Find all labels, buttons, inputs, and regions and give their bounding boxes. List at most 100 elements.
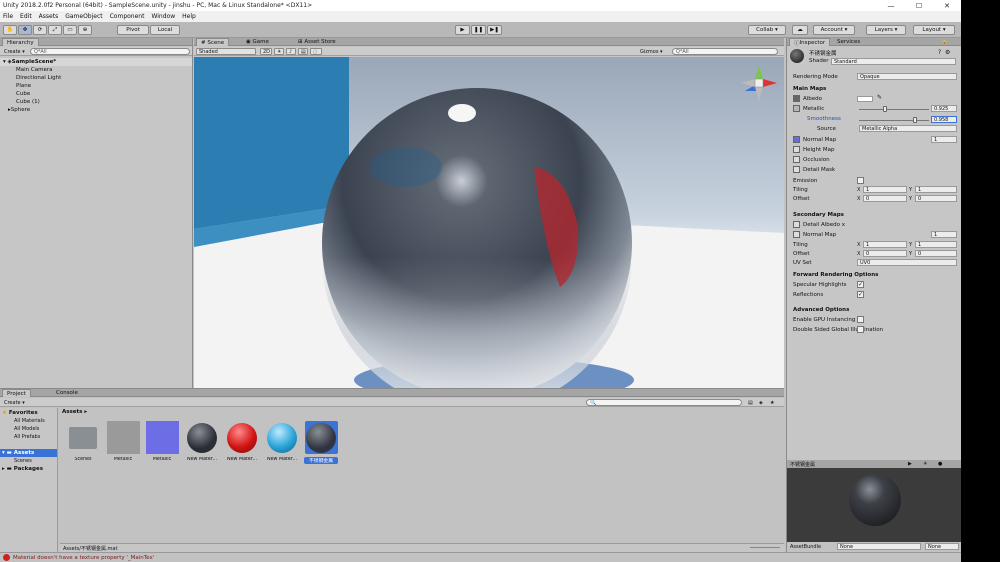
asset-material-blue[interactable]: New Mater... xyxy=(265,421,299,462)
gizmos-dropdown[interactable]: Gizmos ▾ xyxy=(638,48,666,55)
orientation-gizmo[interactable] xyxy=(739,63,779,107)
audio-toggle-icon[interactable]: ♪ xyxy=(286,48,296,55)
double-sided-gi-checkbox[interactable] xyxy=(857,326,864,333)
albedo-color-swatch[interactable] xyxy=(857,96,873,102)
help-icon[interactable]: ? xyxy=(938,49,941,56)
assets-folder-selected[interactable]: ▾ ▬ Assets xyxy=(0,449,57,457)
rendering-mode-dropdown[interactable]: Opaque xyxy=(857,73,957,80)
rect-tool-icon[interactable]: ▭ xyxy=(63,25,77,35)
specular-highlights-checkbox[interactable]: ✓ xyxy=(857,281,864,288)
lighting-toggle-icon[interactable]: ☀ xyxy=(274,48,284,55)
project-search-input[interactable]: 🔍 xyxy=(586,399,742,406)
metallic-value-field[interactable]: 0.925 xyxy=(931,105,957,112)
asset-material-red[interactable]: New Mater... xyxy=(225,421,259,462)
tab-inspector[interactable]: ⓘ Inspector xyxy=(789,38,831,47)
favorites-header[interactable]: ★ Favorites xyxy=(0,409,57,417)
scene-expand-icon[interactable]: ▾ ◈ xyxy=(3,59,12,65)
close-button[interactable]: ✕ xyxy=(933,2,961,10)
offset-x-field[interactable]: 0 xyxy=(863,195,907,202)
scale-tool-icon[interactable]: ⤢ xyxy=(48,25,62,35)
favorite-all-prefabs[interactable]: All Prefabs xyxy=(0,433,57,441)
scene-search-input[interactable]: Q*All xyxy=(672,48,778,55)
asset-material-stainless-selected[interactable]: 不锈钢金属 xyxy=(304,421,338,464)
layout-dropdown[interactable]: Layout ▾ xyxy=(913,25,955,35)
hierarchy-item-sphere[interactable]: ▸ Sphere xyxy=(0,106,192,114)
tiling2-y-field[interactable]: 1 xyxy=(915,241,957,248)
scene-viewport[interactable] xyxy=(194,57,784,388)
tab-console[interactable]: Console xyxy=(52,389,82,397)
packages-folder[interactable]: ▸ ▬ Packages xyxy=(0,465,57,473)
offset2-y-field[interactable]: 0 xyxy=(915,250,957,257)
pivot-toggle[interactable]: Pivot xyxy=(117,25,149,35)
icon-size-slider[interactable] xyxy=(750,547,780,548)
inspector-lock-icon[interactable]: 🔒 xyxy=(937,38,952,46)
tiling-x-field[interactable]: 1 xyxy=(863,186,907,193)
preview-shape-icon[interactable]: ● xyxy=(938,461,942,467)
assetbundle-variant-dropdown[interactable]: None xyxy=(925,543,959,550)
hierarchy-create-button[interactable]: Create ▾ xyxy=(2,48,27,55)
normal-map-slot[interactable] xyxy=(793,136,800,143)
pause-button[interactable]: ❚❚ xyxy=(471,25,486,35)
detail-normal-scale-field[interactable]: 1 xyxy=(931,231,957,238)
height-map-slot[interactable] xyxy=(793,146,800,153)
hierarchy-item-main-camera[interactable]: Main Camera xyxy=(0,66,192,74)
tiling2-x-field[interactable]: 1 xyxy=(863,241,907,248)
normal-scale-field[interactable]: 1 xyxy=(931,136,957,143)
detail-mask-slot[interactable] xyxy=(793,166,800,173)
menu-window[interactable]: Window xyxy=(151,13,175,20)
tiling-y-field[interactable]: 1 xyxy=(915,186,957,193)
collab-dropdown[interactable]: Collab ▾ xyxy=(748,25,786,35)
gpu-instancing-checkbox[interactable] xyxy=(857,316,864,323)
tab-scene[interactable]: # Scene xyxy=(196,38,230,46)
tab-asset-store[interactable]: ⊞ Asset Store xyxy=(294,38,340,46)
eyedropper-icon[interactable]: ✎ xyxy=(877,94,882,101)
move-tool-icon[interactable]: ✥ xyxy=(18,25,32,35)
metallic-texture-slot[interactable] xyxy=(793,105,800,112)
detail-albedo-slot[interactable] xyxy=(793,221,800,228)
local-toggle[interactable]: Local xyxy=(150,25,180,35)
occlusion-slot[interactable] xyxy=(793,156,800,163)
smoothness-slider-track[interactable] xyxy=(859,120,929,121)
menu-help[interactable]: Help xyxy=(182,13,196,20)
tab-project[interactable]: Project xyxy=(2,389,31,397)
offset2-x-field[interactable]: 0 xyxy=(863,250,907,257)
metallic-slider-track[interactable] xyxy=(859,109,929,110)
preview-play-icon[interactable]: ▶ xyxy=(908,461,912,467)
asset-metallic-texture[interactable]: Metallic xyxy=(106,421,140,462)
status-message[interactable]: Material doesn't have a texture property… xyxy=(13,555,154,561)
shader-dropdown[interactable]: Standard xyxy=(831,58,956,65)
transform-tool-icon[interactable]: ⊕ xyxy=(78,25,92,35)
menu-edit[interactable]: Edit xyxy=(20,13,32,20)
tab-services[interactable]: Services xyxy=(833,38,864,46)
hand-tool-icon[interactable]: ✋ xyxy=(3,25,17,35)
asset-scenes-folder[interactable]: Scenes xyxy=(66,421,100,462)
tab-game[interactable]: ◉ Game xyxy=(242,38,273,46)
hierarchy-item-cube[interactable]: Cube xyxy=(0,90,192,98)
hierarchy-item-plane[interactable]: Plane xyxy=(0,82,192,90)
filter-by-label-icon[interactable]: ◈ xyxy=(757,399,765,406)
maximize-button[interactable]: ☐ xyxy=(905,2,933,10)
scenes-folder[interactable]: Scenes xyxy=(0,457,57,465)
favorite-all-materials[interactable]: All Materials xyxy=(0,417,57,425)
menu-component[interactable]: Component xyxy=(110,13,145,20)
play-button[interactable]: ▶ xyxy=(455,25,470,35)
smoothness-slider-knob[interactable] xyxy=(913,117,917,123)
hidden-objects-icon[interactable]: ◌ xyxy=(310,48,322,55)
uv-set-dropdown[interactable]: UV0 xyxy=(857,259,957,266)
favorite-all-models[interactable]: All Models xyxy=(0,425,57,433)
project-create-button[interactable]: Create ▾ xyxy=(2,399,27,406)
hierarchy-scene-row[interactable]: ▾ ◈ SampleScene* xyxy=(0,58,192,66)
cube-wall[interactable] xyxy=(194,57,349,229)
step-button[interactable]: ▶❚ xyxy=(487,25,502,35)
2d-toggle[interactable]: 2D xyxy=(260,48,272,55)
rotate-tool-icon[interactable]: ⟳ xyxy=(33,25,47,35)
settings-gear-icon[interactable]: ⚙ xyxy=(945,49,950,56)
asset-material-black[interactable]: New Mater... xyxy=(185,421,219,462)
effects-toggle-icon[interactable]: ▤ xyxy=(298,48,308,55)
menu-assets[interactable]: Assets xyxy=(39,13,59,20)
account-dropdown[interactable]: Account ▾ xyxy=(813,25,855,35)
filter-by-type-icon[interactable]: ▤ xyxy=(746,399,754,406)
layers-dropdown[interactable]: Layers ▾ xyxy=(866,25,906,35)
metallic-slider-knob[interactable] xyxy=(883,106,887,112)
reflections-checkbox[interactable]: ✓ xyxy=(857,291,864,298)
